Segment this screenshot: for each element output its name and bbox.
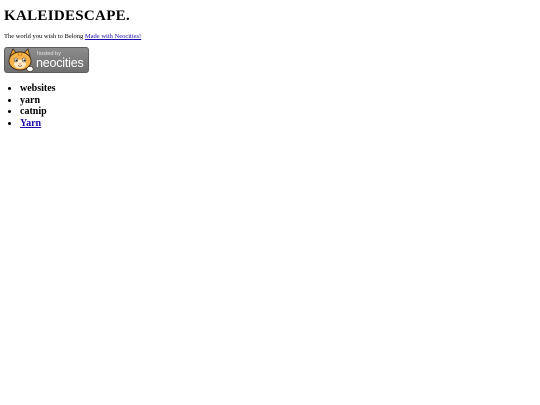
nav-item-websites: websites (20, 83, 56, 94)
nav-list: websites yarn catnip Yarn (4, 83, 56, 129)
tagline-text: The world you wish to Belong (4, 33, 84, 40)
hosted-by-neocities-badge[interactable]: hosted by neocities (4, 47, 89, 73)
nav-link-yarn[interactable]: Yarn (20, 118, 41, 129)
list-item: Yarn (20, 118, 56, 130)
nav-item-catnip: catnip (20, 106, 47, 117)
list-item: catnip (20, 106, 56, 118)
nav-item-yarn: yarn (20, 94, 40, 106)
neocities-link[interactable]: Made with Neocities! (85, 33, 141, 40)
badge-big-text: neocities (36, 56, 84, 70)
neocities-cat-icon (8, 48, 34, 72)
page-title: KALEIDESCAPE. (4, 8, 131, 24)
tagline: The world you wish to Belong Made with N… (4, 33, 141, 40)
list-item: yarn (20, 95, 56, 107)
list-item: websites (20, 83, 56, 95)
